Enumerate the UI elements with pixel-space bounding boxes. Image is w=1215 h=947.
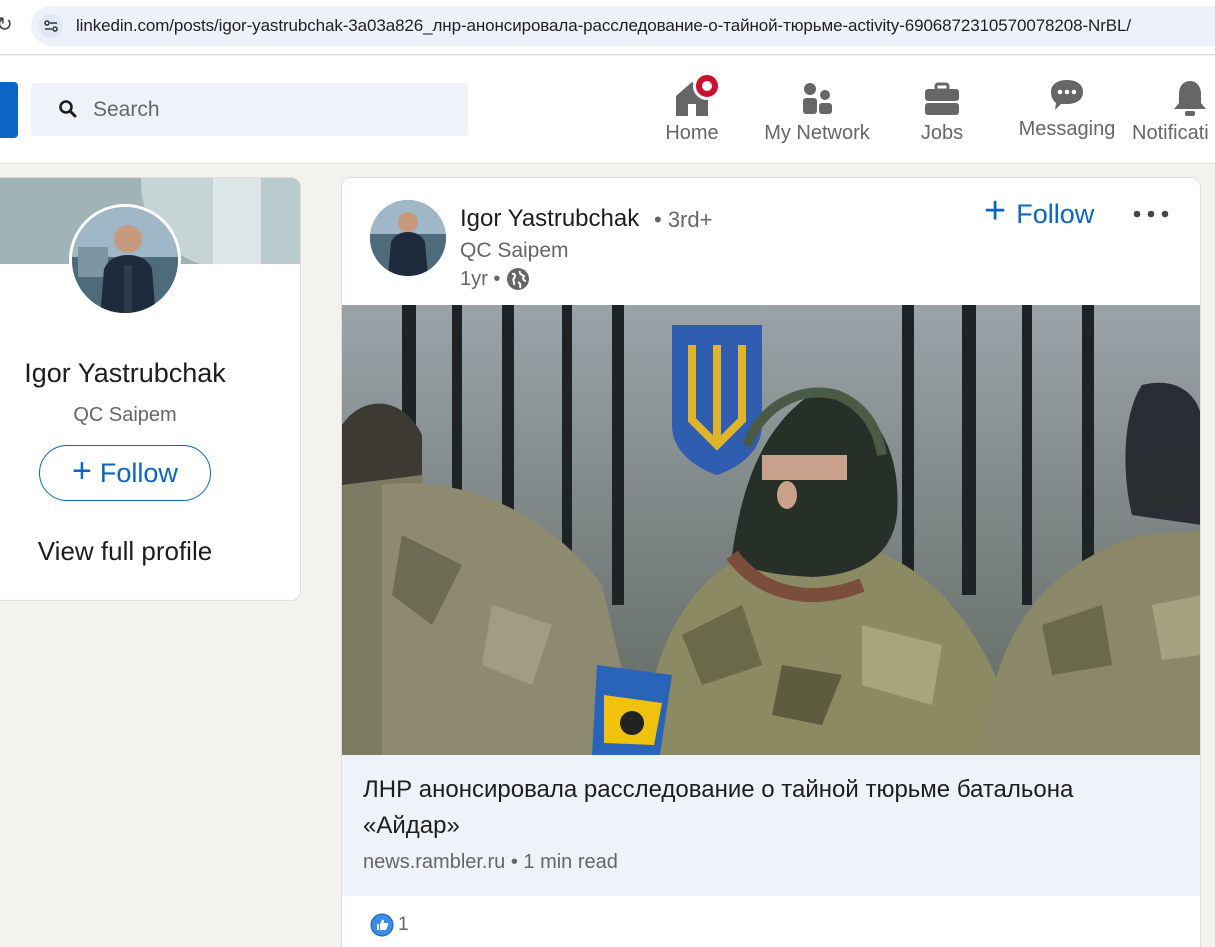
profile-card: Igor Yastrubchak QC Saipem + Follow View… — [0, 177, 301, 601]
notifications-icon — [1132, 70, 1215, 118]
nav-notifications-label: Notificati — [1132, 122, 1209, 144]
article-preview[interactable]: ЛНР анонсировала расследование о тайной … — [342, 755, 1200, 896]
nav-messaging[interactable]: Messaging — [1015, 70, 1119, 141]
nav-my-network-label: My Network — [764, 122, 870, 144]
nav-jobs-label: Jobs — [920, 122, 964, 144]
article-image[interactable] — [342, 305, 1200, 755]
post-author-avatar[interactable] — [370, 200, 446, 276]
reaction-count: 1 — [398, 914, 409, 935]
notification-badge — [693, 72, 721, 100]
nav-messaging-label: Messaging — [1018, 118, 1116, 140]
globe-icon — [507, 268, 530, 290]
post-follow-label: Follow — [1016, 198, 1095, 229]
address-bar[interactable]: linkedin.com/posts/igor-yastrubchak-3a03… — [31, 6, 1215, 46]
reload-icon[interactable]: ↻ — [0, 12, 13, 36]
linkedin-header: Search Home My Network Jobs Messaging No… — [0, 56, 1215, 164]
post-author-name[interactable]: Igor Yastrubchak — [460, 205, 639, 233]
nav-my-network[interactable]: My Network — [758, 70, 876, 145]
post-card: Igor Yastrubchak • 3rd+ QC Saipem 1yr • … — [341, 177, 1201, 947]
connection-degree: • 3rd+ — [654, 207, 713, 232]
post-follow-button[interactable]: + Follow — [984, 192, 1095, 230]
article-meta: news.rambler.ru • 1 min read — [363, 851, 618, 873]
profile-company: QC Saipem — [73, 404, 177, 426]
nav-home[interactable]: Home — [663, 70, 721, 145]
post-author-company: QC Saipem — [460, 239, 569, 262]
jobs-icon — [915, 70, 969, 118]
like-reaction-icon — [370, 913, 394, 937]
site-info-icon[interactable] — [39, 14, 63, 38]
search-input[interactable]: Search — [31, 83, 468, 136]
nav-home-label: Home — [665, 122, 719, 144]
nav-jobs[interactable]: Jobs — [915, 70, 969, 145]
plus-icon: + — [984, 190, 1007, 232]
messaging-icon — [1015, 70, 1119, 114]
view-full-profile-link[interactable]: View full profile — [0, 536, 259, 567]
plus-icon: + — [72, 452, 92, 490]
profile-name[interactable]: Igor Yastrubchak — [0, 358, 259, 389]
home-icon — [663, 70, 721, 118]
linkedin-logo-icon[interactable] — [0, 82, 18, 138]
post-time-text: 1yr • — [460, 267, 501, 290]
post-timestamp: 1yr • — [460, 267, 530, 291]
profile-follow-label: Follow — [99, 457, 178, 488]
my-network-icon — [758, 70, 876, 118]
profile-follow-button[interactable]: + Follow — [39, 445, 211, 501]
url-text[interactable]: linkedin.com/posts/igor-yastrubchak-3a03… — [76, 16, 1131, 36]
reactions-summary[interactable]: 1 — [370, 913, 409, 937]
browser-toolbar: ↻ linkedin.com/posts/igor-yastrubchak-3a… — [0, 0, 1215, 55]
search-placeholder: Search — [93, 98, 160, 121]
more-options-icon[interactable] — [1132, 206, 1172, 227]
search-icon — [59, 100, 77, 118]
nav-notifications[interactable]: Notificati — [1132, 70, 1215, 145]
profile-avatar[interactable] — [69, 204, 181, 316]
article-title[interactable]: ЛНР анонсировала расследование о тайной … — [363, 772, 1163, 844]
